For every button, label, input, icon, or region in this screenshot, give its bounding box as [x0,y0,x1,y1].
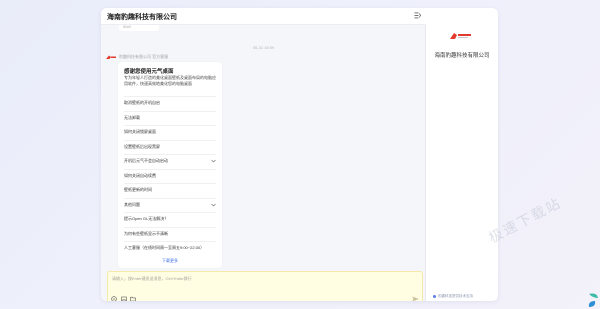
faq-item[interactable]: 取消壁纸的开机自启 [124,96,216,110]
chat-header: 海南豹趣科技有限公司 [101,8,426,25]
send-icon[interactable] [412,296,419,301]
faq-item[interactable]: 开机后元气不会自动启动 [124,154,216,168]
faq-item-label: 人工客服（在线时间周一至周五9:00~22:30） [124,245,205,250]
screenshot-icon[interactable] [121,296,127,301]
more-link[interactable]: 下载更多 [118,258,222,264]
faq-item[interactable]: 如何关闭锁屏桌面 [124,125,216,139]
company-info-panel: 海南豹趣科技有限公司 豹趣科技提供技术支持 [426,8,498,301]
faq-item-label: 设置壁纸后出现黑屏 [124,143,160,149]
previous-message-text: Shell [123,25,131,29]
faq-item-label: 为何有些壁纸显示不清晰 [124,230,168,236]
faq-card: 感谢您使用元气桌面 专为年轻人打造的美化桌面壁纸及桌面布局的电脑应用软件，快速高… [118,62,222,268]
faq-item[interactable]: 其他问题 [124,197,216,212]
faq-item-label: 提示Open GL无法解决？ [124,216,169,221]
history-list-icon[interactable] [414,12,421,19]
chat-panel: 海南豹趣科技有限公司 Shell 05-31 18:09 豹趣科技有限公司 官方… [101,8,426,301]
emoji-icon[interactable] [111,296,117,301]
folder-icon[interactable] [130,296,136,301]
previous-message-fragment: Shell [119,25,159,31]
company-logo-icon [450,33,471,39]
message-timestamp: 05-31 18:09 [252,45,275,50]
card-subtitle: 专为年轻人打造的美化桌面壁纸及桌面布局的电脑应用软件，快速高效地美化您的电脑桌面 [124,75,216,86]
faq-item[interactable]: 人工客服（在线时间周一至周五9:00~22:30） [124,241,216,255]
faq-item-label: 开机后元气不会自动启动 [124,158,168,163]
chat-title: 海南豹趣科技有限公司 [107,14,177,21]
message-input[interactable]: 请输入，按Enter键发送消息，Ctrl+Enter换行 [107,271,423,301]
faq-item[interactable]: 设置壁纸后出现黑屏 [124,139,216,154]
chevron-down-icon[interactable] [211,159,216,163]
faq-item-label: 如何关闭锁屏桌面 [124,129,156,134]
faq-item[interactable]: 为何有些壁纸显示不清晰 [124,226,216,241]
site-logo-icon [588,293,598,307]
support-dot-icon [433,295,436,298]
faq-item[interactable]: 如何关闭自动续费 [124,168,216,183]
faq-item-label: 壁纸更新的时间 [124,187,152,192]
input-placeholder: 请输入，按Enter键发送消息，Ctrl+Enter换行 [112,276,192,281]
faq-item-label: 如何关闭自动续费 [124,172,156,178]
chevron-down-icon[interactable] [211,203,216,207]
chat-window: 海南豹趣科技有限公司 Shell 05-31 18:09 豹趣科技有限公司 官方… [101,8,498,301]
faq-item[interactable]: 无法卸载 [124,110,216,125]
faq-item[interactable]: 提示Open GL无法解决？ [124,212,216,226]
support-footer: 豹趣科技提供技术支持 [438,294,473,298]
sender-name: 豹趣科技有限公司 官方客服 [119,54,169,59]
faq-item-label: 取消壁纸的开机自启 [124,100,160,105]
faq-item-label: 无法卸载 [124,114,140,120]
company-name: 海南豹趣科技有限公司 [434,53,490,59]
faq-item[interactable]: 壁纸更新的时间 [124,183,216,197]
card-title: 感谢您使用元气桌面 [124,69,174,75]
faq-item-label: 其他问题 [124,201,140,207]
company-logo-icon [106,55,116,59]
